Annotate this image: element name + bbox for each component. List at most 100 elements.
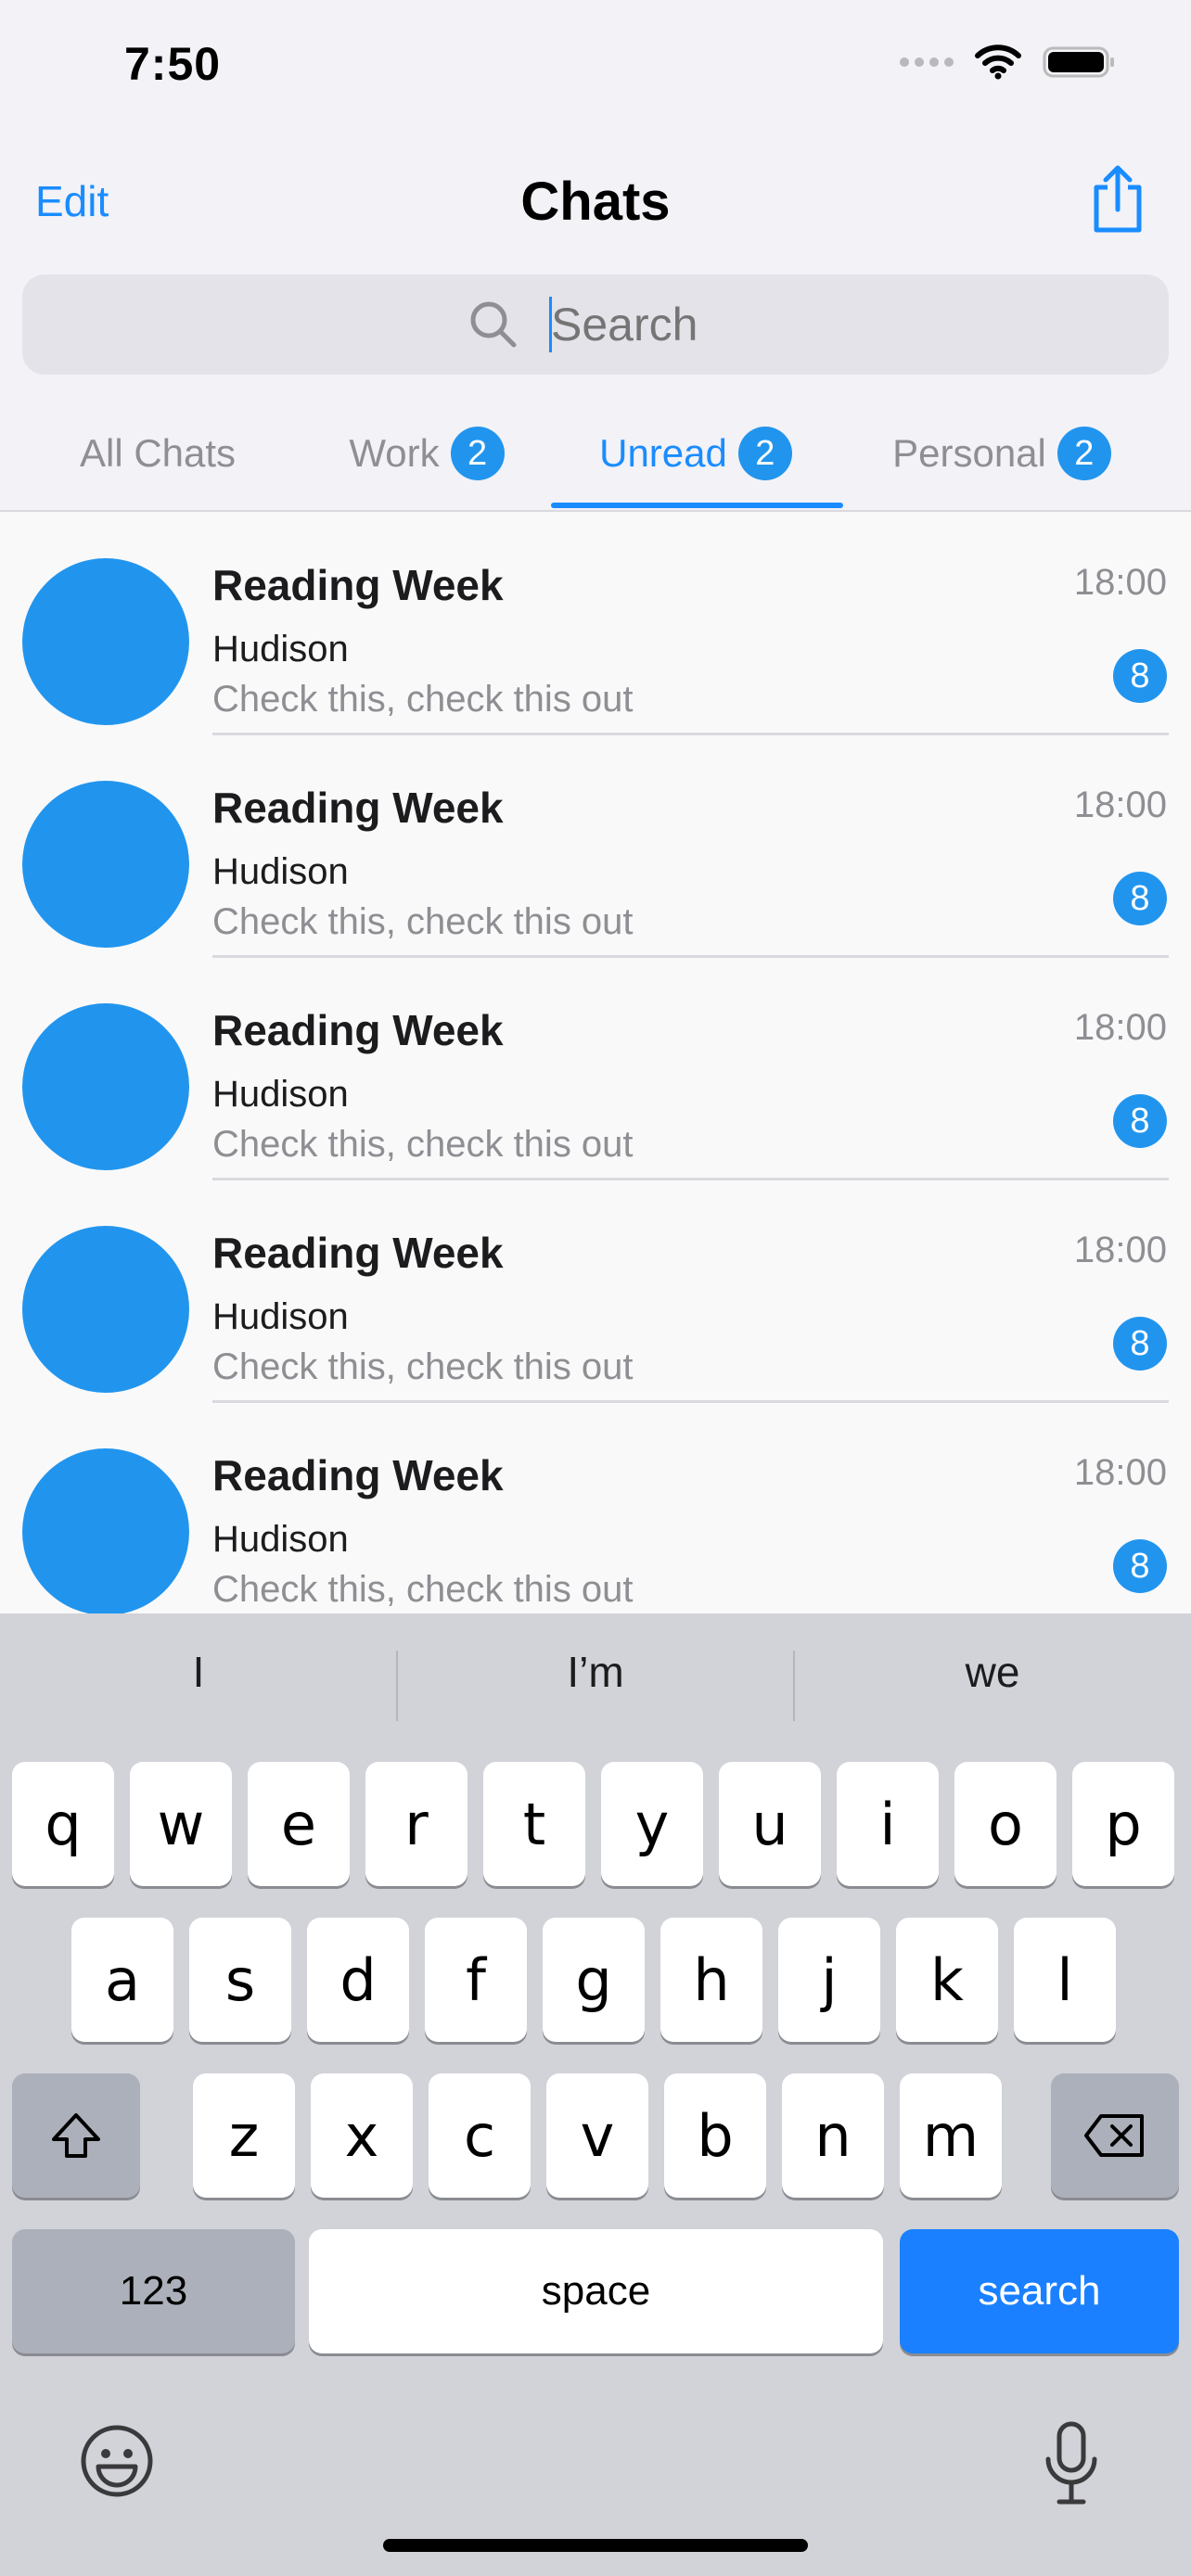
navigation-bar: Edit Chats xyxy=(0,158,1191,250)
chat-sender: Hudison xyxy=(212,1074,349,1115)
tab-badge: 2 xyxy=(737,427,792,480)
tab-badge: 2 xyxy=(1057,427,1111,480)
status-icons xyxy=(900,45,1117,80)
chat-time: 18:00 xyxy=(1073,1230,1167,1270)
key-s[interactable]: s xyxy=(189,1918,291,2042)
search-input[interactable] xyxy=(551,291,1015,358)
avatar xyxy=(22,1226,189,1393)
suggestion-1[interactable]: I xyxy=(0,1647,397,1697)
key-c[interactable]: c xyxy=(429,2073,531,2198)
key-o[interactable]: o xyxy=(954,1762,1057,1886)
chat-time: 18:00 xyxy=(1073,1007,1167,1048)
tab-work[interactable]: Work 2 xyxy=(320,397,533,510)
key-z[interactable]: z xyxy=(193,2073,295,2198)
chat-title: Reading Week xyxy=(212,1229,504,1277)
chat-row[interactable]: Reading Week 18:00 Hudison Check this, c… xyxy=(0,957,1191,1180)
shift-key[interactable] xyxy=(12,2073,140,2198)
tab-personal[interactable]: Personal 2 xyxy=(872,397,1132,510)
chat-sender: Hudison xyxy=(212,851,349,892)
avatar xyxy=(22,1003,189,1170)
microphone-icon[interactable] xyxy=(1043,2420,1100,2509)
active-tab-indicator xyxy=(551,503,843,508)
chat-sender: Hudison xyxy=(212,1519,349,1560)
key-p[interactable]: p xyxy=(1072,1762,1174,1886)
keyboard: I I’m we q w e r t y u i o p a s d f g h… xyxy=(0,1613,1191,2576)
key-y[interactable]: y xyxy=(601,1762,703,1886)
chat-time: 18:00 xyxy=(1073,784,1167,825)
delete-key[interactable] xyxy=(1051,2073,1179,2198)
key-t[interactable]: t xyxy=(483,1762,585,1886)
unread-badge: 8 xyxy=(1113,1317,1167,1371)
key-q[interactable]: q xyxy=(12,1762,114,1886)
share-icon[interactable] xyxy=(1085,163,1150,237)
predictive-text-bar: I I’m we xyxy=(0,1613,1191,1758)
chat-preview: Check this, check this out xyxy=(212,1124,634,1165)
key-l[interactable]: l xyxy=(1014,1918,1116,2042)
backspace-icon xyxy=(1084,2114,1144,2157)
chat-sender: Hudison xyxy=(212,1296,349,1337)
key-x[interactable]: x xyxy=(311,2073,413,2198)
key-v[interactable]: v xyxy=(546,2073,648,2198)
avatar xyxy=(22,781,189,948)
key-h[interactable]: h xyxy=(660,1918,762,2042)
unread-badge: 8 xyxy=(1113,1539,1167,1593)
key-i[interactable]: i xyxy=(837,1762,939,1886)
chat-filter-tabs: All Chats Work 2 Unread 2 Personal 2 xyxy=(0,397,1191,512)
search-key[interactable]: search xyxy=(900,2229,1179,2353)
chat-row[interactable]: Reading Week 18:00 Hudison Check this, c… xyxy=(0,1402,1191,1613)
key-f[interactable]: f xyxy=(425,1918,527,2042)
search-bar[interactable] xyxy=(22,274,1169,375)
chat-title: Reading Week xyxy=(212,784,504,832)
key-d[interactable]: d xyxy=(307,1918,409,2042)
tab-all-chats[interactable]: All Chats xyxy=(37,397,278,510)
search-icon xyxy=(470,301,517,348)
suggestion-3[interactable]: we xyxy=(794,1647,1191,1697)
tab-label: Work xyxy=(349,431,440,475)
suggestion-2[interactable]: I’m xyxy=(397,1647,794,1697)
chat-preview: Check this, check this out xyxy=(212,901,634,942)
chat-time: 18:00 xyxy=(1073,1452,1167,1493)
key-n[interactable]: n xyxy=(782,2073,884,2198)
home-indicator xyxy=(383,2539,808,2552)
tab-label: All Chats xyxy=(79,431,237,475)
chat-list: Reading Week 18:00 Hudison Check this, c… xyxy=(0,512,1191,1613)
key-u[interactable]: u xyxy=(719,1762,821,1886)
key-r[interactable]: r xyxy=(365,1762,467,1886)
key-g[interactable]: g xyxy=(543,1918,645,2042)
tab-label: Unread xyxy=(599,431,727,475)
space-key[interactable]: space xyxy=(309,2229,883,2353)
key-a[interactable]: a xyxy=(71,1918,173,2042)
page-title: Chats xyxy=(520,172,671,232)
avatar xyxy=(22,1448,189,1613)
unread-badge: 8 xyxy=(1113,1094,1167,1148)
tab-unread[interactable]: Unread 2 xyxy=(575,397,816,510)
key-b[interactable]: b xyxy=(664,2073,766,2198)
chat-title: Reading Week xyxy=(212,1451,504,1499)
key-m[interactable]: m xyxy=(900,2073,1002,2198)
chat-title: Reading Week xyxy=(212,1006,504,1054)
chat-row[interactable]: Reading Week 18:00 Hudison Check this, c… xyxy=(0,734,1191,958)
status-time: 7:50 xyxy=(124,38,222,90)
status-bar: 7:50 xyxy=(0,0,1191,139)
wifi-icon xyxy=(975,45,1021,80)
unread-badge: 8 xyxy=(1113,872,1167,925)
key-j[interactable]: j xyxy=(778,1918,880,2042)
battery-icon xyxy=(1043,46,1114,78)
avatar xyxy=(22,558,189,725)
key-w[interactable]: w xyxy=(130,1762,232,1886)
chat-title: Reading Week xyxy=(212,561,504,609)
chat-preview: Check this, check this out xyxy=(212,1346,634,1387)
unread-badge: 8 xyxy=(1113,649,1167,703)
emoji-icon[interactable] xyxy=(78,2422,156,2500)
chat-sender: Hudison xyxy=(212,629,349,670)
key-k[interactable]: k xyxy=(896,1918,998,2042)
chat-row[interactable]: Reading Week 18:00 Hudison Check this, c… xyxy=(0,1180,1191,1403)
chat-time: 18:00 xyxy=(1073,562,1167,603)
tab-label: Personal xyxy=(892,431,1046,475)
key-e[interactable]: e xyxy=(248,1762,350,1886)
tab-badge: 2 xyxy=(450,427,505,480)
chat-row[interactable]: Reading Week 18:00 Hudison Check this, c… xyxy=(0,512,1191,735)
numbers-key[interactable]: 123 xyxy=(12,2229,295,2353)
shift-icon xyxy=(52,2113,100,2158)
cellular-signal-icon xyxy=(900,57,954,67)
